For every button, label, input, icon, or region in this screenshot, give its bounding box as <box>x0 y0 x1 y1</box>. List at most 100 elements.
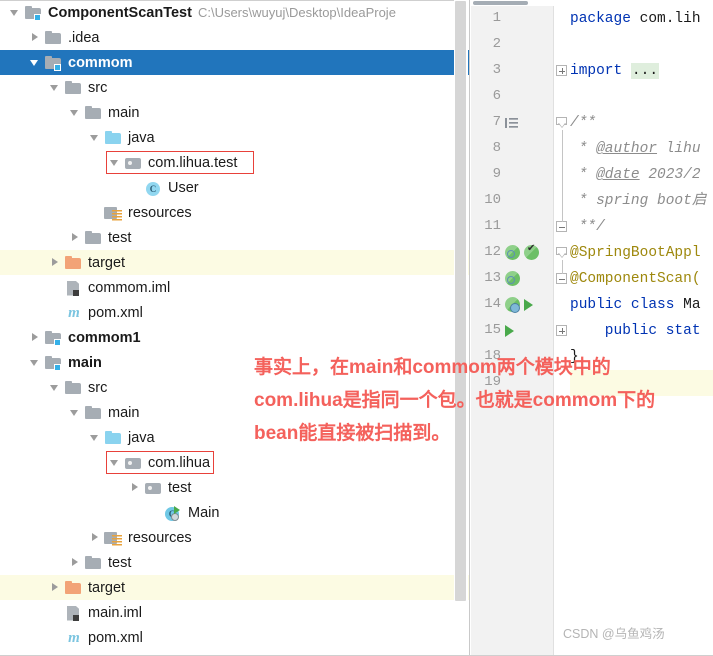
code-line-14[interactable]: public class Ma <box>570 292 701 318</box>
fold-collapse-icon-11[interactable] <box>556 221 567 232</box>
gutter-markers[interactable] <box>505 87 551 107</box>
tree-row-main-target[interactable]: target <box>0 575 469 600</box>
tree-row-commom-pom[interactable]: m pom.xml <box>0 300 469 325</box>
gutter-markers[interactable] <box>505 165 551 185</box>
gutter-markers[interactable] <box>505 61 551 81</box>
code-line-7[interactable]: /** <box>570 110 596 136</box>
gutter-markers[interactable] <box>505 191 551 211</box>
tree-vertical-scrollbar[interactable] <box>454 0 468 656</box>
chevron-down-icon[interactable] <box>28 50 44 75</box>
fold-collapse-icon-13[interactable] <box>556 273 567 284</box>
gutter-line-1[interactable]: 1 <box>471 6 554 32</box>
run-arrow-icon[interactable] <box>524 299 533 311</box>
gutter-line-14[interactable]: 14 <box>471 292 554 318</box>
tree-scrollbar-thumb[interactable] <box>455 1 466 601</box>
tree-row-class-main[interactable]: CMain <box>0 500 469 525</box>
tree-row-commom-src-main[interactable]: main <box>0 100 469 125</box>
gutter-markers[interactable] <box>505 269 551 289</box>
tree-row-main-src[interactable]: src <box>0 375 469 400</box>
tree-row-main-module[interactable]: main <box>0 350 469 375</box>
gutter-markers[interactable] <box>505 321 551 341</box>
tree-row-commom1[interactable]: commom1 <box>0 325 469 350</box>
chevron-right-icon[interactable] <box>128 475 144 500</box>
spring-bean-run-icon[interactable] <box>505 297 520 313</box>
tree-row-main-iml[interactable]: main.iml <box>0 600 469 625</box>
chevron-down-icon[interactable] <box>48 75 64 100</box>
code-line-13[interactable]: @ComponentScan( <box>570 266 701 292</box>
chevron-down-icon[interactable] <box>88 425 104 450</box>
chevron-down-icon[interactable] <box>68 100 84 125</box>
gutter-markers[interactable] <box>505 35 551 55</box>
code-line-12[interactable]: @SpringBootAppl <box>570 240 701 266</box>
editor-code-area[interactable]: package com.lih import ... /** * @author l… <box>570 6 713 656</box>
tree-row-package-com-lihua[interactable]: com.lihua <box>0 450 469 475</box>
gutter-line-9[interactable]: 9 <box>471 162 554 188</box>
run-arrow-icon[interactable] <box>505 325 514 337</box>
gutter-markers[interactable] <box>505 373 551 393</box>
tree-row-main-resources[interactable]: resources <box>0 525 469 550</box>
project-tree-panel[interactable]: ComponentScanTest C:\Users\wuyuj\Desktop\… <box>0 0 470 656</box>
fold-region-marker-12[interactable] <box>556 247 568 260</box>
gutter-line-7[interactable]: 7 <box>471 110 554 136</box>
gutter-markers[interactable] <box>505 113 551 133</box>
gutter-line-15[interactable]: 15 <box>471 318 554 344</box>
chevron-right-icon[interactable] <box>68 225 84 250</box>
code-line-18[interactable]: } <box>570 344 579 370</box>
gutter-line-10[interactable]: 10 <box>471 188 554 214</box>
tree-row-componentscantest[interactable]: ComponentScanTest C:\Users\wuyuj\Desktop\… <box>0 0 469 25</box>
fold-expand-icon-15[interactable] <box>556 325 567 336</box>
code-line-15[interactable]: public stat <box>570 318 701 344</box>
gutter-line-13[interactable]: 13 <box>471 266 554 292</box>
gutter-markers[interactable] <box>505 217 551 237</box>
spring-bean-icon[interactable] <box>505 245 520 260</box>
spring-bean-checked-icon[interactable] <box>524 243 539 260</box>
tree-row-class-user[interactable]: C User <box>0 175 469 200</box>
tree-row-commom-target[interactable]: target <box>0 250 469 275</box>
code-line-8[interactable]: * @author lihu <box>570 136 701 162</box>
gutter-line-8[interactable]: 8 <box>471 136 554 162</box>
tree-row-package-test[interactable]: test <box>0 475 469 500</box>
fold-expand-icon-3[interactable] <box>556 65 567 76</box>
tree-row-commom-src[interactable]: src <box>0 75 469 100</box>
tree-row-main-test[interactable]: test <box>0 550 469 575</box>
tree-row-commom[interactable]: commom <box>0 50 469 75</box>
tree-row-package-com-lihua-test[interactable]: com.lihua.test <box>0 150 469 175</box>
gutter-line-11[interactable]: 11 <box>471 214 554 240</box>
tree-row-commom-java[interactable]: java <box>0 125 469 150</box>
editor-hscrollbar-thumb[interactable] <box>473 1 528 5</box>
tree-row-commom-resources[interactable]: resources <box>0 200 469 225</box>
tree-row-main-java[interactable]: java <box>0 425 469 450</box>
chevron-right-icon[interactable] <box>48 575 64 600</box>
fold-region-marker-7[interactable] <box>556 117 568 130</box>
chevron-right-icon[interactable] <box>68 550 84 575</box>
gutter-markers[interactable] <box>505 347 551 367</box>
gutter-line-18[interactable]: 18 <box>471 344 554 370</box>
code-editor-panel[interactable]: 12367891011121314151819 package com.lihi… <box>471 0 713 656</box>
tree-row-main-src-main[interactable]: main <box>0 400 469 425</box>
gutter-markers[interactable] <box>505 295 551 315</box>
chevron-right-icon[interactable] <box>48 250 64 275</box>
code-line-3[interactable]: import ... <box>570 58 660 84</box>
chevron-right-icon[interactable] <box>28 25 44 50</box>
tree-row-commom-iml[interactable]: commom.iml <box>0 275 469 300</box>
spring-bean-icon[interactable] <box>505 271 520 286</box>
editor-fold-strip[interactable] <box>554 6 570 656</box>
chevron-down-icon[interactable] <box>108 150 124 175</box>
chevron-down-icon[interactable] <box>8 0 24 25</box>
chevron-down-icon[interactable] <box>48 375 64 400</box>
chevron-right-icon[interactable] <box>88 525 104 550</box>
tree-row-commom-test[interactable]: test <box>0 225 469 250</box>
gutter-line-6[interactable]: 6 <box>471 84 554 110</box>
gutter-line-19[interactable]: 19 <box>471 370 554 396</box>
gutter-markers[interactable] <box>505 139 551 159</box>
gutter-line-3[interactable]: 3 <box>471 58 554 84</box>
tree-row-main-pom[interactable]: m pom.xml <box>0 625 469 650</box>
code-line-1[interactable]: package com.lih <box>570 6 701 32</box>
gutter-markers[interactable] <box>505 9 551 29</box>
code-line-9[interactable]: * @date 2023/2 <box>570 162 701 188</box>
chevron-down-icon[interactable] <box>108 450 124 475</box>
chevron-right-icon[interactable] <box>28 325 44 350</box>
chevron-down-icon[interactable] <box>28 350 44 375</box>
editor-gutter[interactable]: 12367891011121314151819 <box>471 6 554 656</box>
code-line-10[interactable]: * spring boot启 <box>570 188 707 214</box>
